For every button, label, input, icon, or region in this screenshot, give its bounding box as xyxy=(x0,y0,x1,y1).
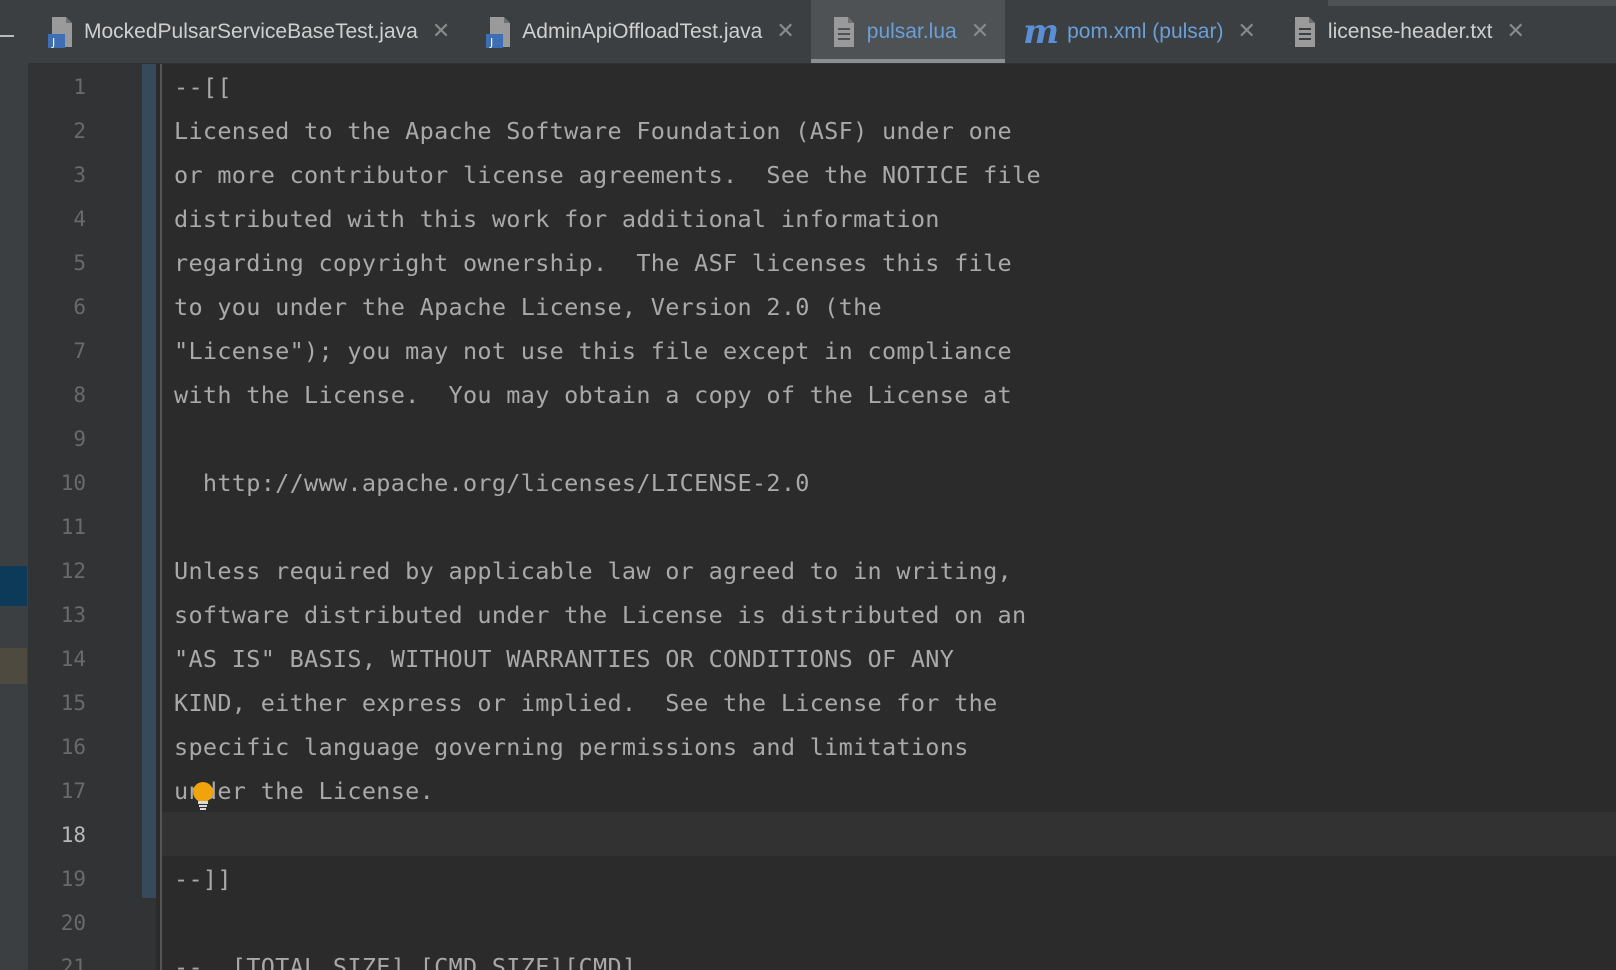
line-number[interactable]: 19 xyxy=(28,857,86,901)
close-icon[interactable]: ✕ xyxy=(971,19,989,44)
code-line[interactable]: Unless required by applicable law or agr… xyxy=(174,549,1012,593)
line-number[interactable]: 15 xyxy=(28,681,86,725)
line-number[interactable]: 13 xyxy=(28,593,86,637)
close-icon[interactable]: ✕ xyxy=(1237,19,1255,44)
tab-pom-xml[interactable]: m pom.xml (pulsar) ✕ xyxy=(1005,0,1272,63)
code-line[interactable]: Licensed to the Apache Software Foundati… xyxy=(174,109,1012,153)
collapse-dash-icon[interactable] xyxy=(0,35,14,37)
code-line[interactable]: specific language governing permissions … xyxy=(174,725,969,769)
line-number[interactable]: 16 xyxy=(28,725,86,769)
line-number[interactable]: 4 xyxy=(28,197,86,241)
code-line[interactable]: to you under the Apache License, Version… xyxy=(174,285,882,329)
maven-icon: m xyxy=(1023,11,1060,52)
line-number[interactable]: 9 xyxy=(28,417,86,461)
tab-label: pulsar.lua xyxy=(866,19,957,43)
structure-marker[interactable] xyxy=(0,566,27,606)
line-number[interactable]: 1 xyxy=(28,65,86,109)
line-number[interactable]: 11 xyxy=(28,505,86,549)
current-line-highlight xyxy=(162,812,1616,856)
code-line[interactable]: http://www.apache.org/licenses/LICENSE-2… xyxy=(174,461,810,505)
line-number[interactable]: 17 xyxy=(28,769,86,813)
code-line[interactable]: KIND, either express or implied. See the… xyxy=(174,681,998,725)
close-icon[interactable]: ✕ xyxy=(776,19,794,44)
bookmark-marker[interactable] xyxy=(0,648,27,684)
tab-label: license-header.txt xyxy=(1327,19,1493,43)
code-line[interactable]: --]] xyxy=(174,857,232,901)
text-file-icon xyxy=(833,16,854,47)
svg-text:J: J xyxy=(51,36,55,49)
left-tool-strip xyxy=(0,0,29,970)
code-line[interactable]: with the License. You may obtain a copy … xyxy=(174,373,1012,417)
line-number[interactable]: 21 xyxy=(28,945,86,970)
line-number[interactable]: 14 xyxy=(28,637,86,681)
code-line[interactable]: --[[ xyxy=(174,65,232,109)
java-file-icon: J xyxy=(486,16,511,49)
code-line[interactable]: "License"); you may not use this file ex… xyxy=(174,329,1012,373)
code-editor[interactable]: --[[Licensed to the Apache Software Foun… xyxy=(162,64,1616,970)
line-number[interactable]: 12 xyxy=(28,549,86,593)
code-line[interactable]: "AS IS" BASIS, WITHOUT WARRANTIES OR CON… xyxy=(174,637,954,681)
line-number[interactable]: 18 xyxy=(28,813,86,857)
line-number[interactable]: 2 xyxy=(28,109,86,153)
lightbulb-icon[interactable] xyxy=(190,782,216,812)
tab-admin-api-offload-test[interactable]: J AdminApiOffloadTest.java ✕ xyxy=(466,0,811,63)
line-number[interactable]: 8 xyxy=(28,373,86,417)
line-number[interactable]: 5 xyxy=(28,241,86,285)
line-number[interactable]: 7 xyxy=(28,329,86,373)
tab-pulsar-lua[interactable]: pulsar.lua ✕ xyxy=(810,0,1006,63)
tab-label: MockedPulsarServiceBaseTest.java xyxy=(84,19,418,43)
line-number[interactable]: 10 xyxy=(28,461,86,505)
tab-mocked-pulsar-service-base-test[interactable]: J MockedPulsarServiceBaseTest.java ✕ xyxy=(28,0,466,63)
line-number[interactable]: 6 xyxy=(28,285,86,329)
fold-region-bar[interactable] xyxy=(142,64,156,898)
tab-label: AdminApiOffloadTest.java xyxy=(522,19,763,43)
code-line[interactable]: distributed with this work for additiona… xyxy=(174,197,940,241)
code-line[interactable]: software distributed under the License i… xyxy=(174,593,1026,637)
code-line[interactable]: or more contributor license agreements. … xyxy=(174,153,1041,197)
text-file-icon xyxy=(1294,16,1315,47)
editor-tab-bar: J MockedPulsarServiceBaseTest.java ✕ J A… xyxy=(28,0,1616,64)
line-number[interactable]: 20 xyxy=(28,901,86,945)
line-number[interactable]: 3 xyxy=(28,153,86,197)
close-icon[interactable]: ✕ xyxy=(432,19,450,44)
java-file-icon: J xyxy=(48,16,72,49)
svg-text:J: J xyxy=(489,36,493,49)
tab-label: pom.xml (pulsar) xyxy=(1067,19,1224,43)
code-line[interactable]: regarding copyright ownership. The ASF l… xyxy=(174,241,1012,285)
tab-license-header-txt[interactable]: license-header.txt ✕ xyxy=(1272,0,1541,63)
close-icon[interactable]: ✕ xyxy=(1507,19,1525,44)
code-line[interactable]: -- [TOTAL_SIZE] [CMD_SIZE][CMD] xyxy=(174,945,636,970)
